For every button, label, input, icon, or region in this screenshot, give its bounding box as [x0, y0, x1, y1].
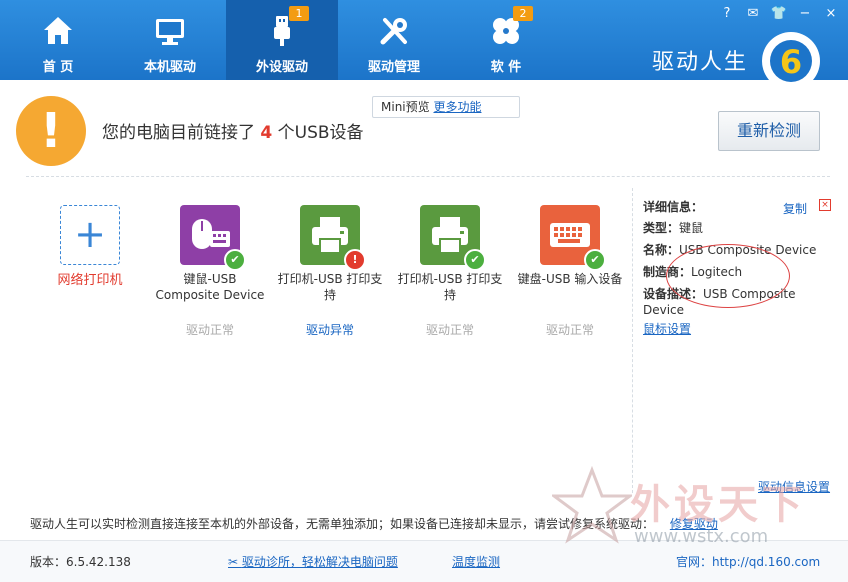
add-network-printer[interactable]: + 网络打印机: [32, 205, 148, 289]
driver-status: 驱动正常: [425, 323, 474, 337]
device-name: 打印机-USB 打印支持: [397, 272, 503, 302]
mini-preview-label: Mini预览: [381, 100, 430, 114]
repair-driver-link[interactable]: 修复驱动: [670, 517, 718, 531]
app-window: 首 页 本机驱动 1 外设驱动 驱动管理 2 软 件 驱动人生 6 ? ✉ 👕 …: [0, 0, 848, 582]
driver-status: 驱动正常: [185, 323, 234, 337]
device-tile[interactable]: ✔: [420, 205, 486, 271]
rescan-button[interactable]: 重新检测: [718, 111, 820, 151]
diagnose-link-text[interactable]: 驱动诊所，轻松解决电脑问题: [242, 555, 398, 569]
version-label: 版本：6.5.42.138: [30, 555, 131, 569]
more-features-link[interactable]: 更多功能: [433, 100, 481, 114]
plus-icon: +: [74, 212, 106, 256]
help-icon[interactable]: ?: [718, 5, 736, 23]
device-name: 网络打印机: [57, 273, 123, 288]
nav-software-badge: 2: [513, 6, 533, 21]
device-name: 键盘-USB 输入设备: [517, 272, 623, 286]
app-logo-icon: 6: [762, 32, 820, 90]
divider: [26, 176, 830, 177]
nav-local-driver-label: 本机驱动: [143, 60, 196, 75]
diagnose-link[interactable]: ✂ 驱动诊所，轻松解决电脑问题: [228, 553, 398, 570]
copy-button[interactable]: 复制: [783, 200, 807, 217]
device-keyboard[interactable]: ✔ 键盘-USB 输入设备 驱动正常: [512, 205, 628, 337]
device-tile[interactable]: ✔: [540, 205, 606, 271]
device-tile[interactable]: !: [300, 205, 366, 271]
driver-status: 驱动正常: [545, 323, 594, 337]
device-name: 打印机-USB 打印支持: [277, 272, 383, 302]
minimize-button[interactable]: −: [796, 5, 814, 23]
error-icon: !: [344, 249, 366, 271]
message-icon[interactable]: ✉: [744, 5, 762, 23]
add-printer-tile[interactable]: +: [60, 205, 120, 265]
official-site-link[interactable]: 官网：http://qd.160.com: [676, 553, 820, 570]
nav-driver-manage-label: 驱动管理: [367, 60, 420, 75]
nav-home-label: 首 页: [42, 60, 74, 75]
mini-preview-tip: Mini预览 更多功能: [372, 96, 520, 118]
nav-peripheral-driver[interactable]: 1 外设驱动: [226, 0, 338, 80]
tools-icon: [380, 18, 407, 45]
detail-type: 类型：键鼠: [643, 221, 704, 235]
close-icon[interactable]: ×: [819, 199, 831, 211]
device-printer-2[interactable]: ✔ 打印机-USB 打印支持 驱动正常: [392, 205, 508, 337]
temperature-monitor-link[interactable]: 温度监测: [452, 553, 500, 570]
ok-check-icon: ✔: [464, 249, 486, 271]
hint-message: 驱动人生可以实时检测直接连接至本机的外部设备，无需单独添加；如果设备已连接却未显…: [30, 517, 655, 531]
ok-check-icon: ✔: [224, 249, 246, 271]
hint-text: 驱动人生可以实时检测直接连接至本机的外部设备，无需单独添加；如果设备已连接却未显…: [30, 515, 718, 532]
device-name: 键鼠-USB Composite Device: [155, 272, 265, 302]
driver-info-settings-link[interactable]: 驱动信息设置: [758, 478, 830, 495]
close-button[interactable]: ×: [822, 5, 840, 23]
nav-software-label: 软 件: [490, 60, 522, 75]
star-logo-icon: [552, 466, 632, 544]
top-nav-bar: 首 页 本机驱动 1 外设驱动 驱动管理 2 软 件 驱动人生 6 ? ✉ 👕 …: [0, 0, 848, 90]
brand-title: 驱动人生: [651, 50, 748, 75]
window-controls: ? ✉ 👕 − ×: [718, 5, 840, 23]
nav-local-driver[interactable]: 本机驱动: [114, 0, 226, 80]
device-tile[interactable]: ✔: [180, 205, 246, 271]
device-details-panel: 详细信息： 复制 × 类型：键鼠 名称：USB Composite Device…: [632, 188, 833, 493]
nav-home[interactable]: 首 页: [2, 0, 114, 80]
logo-number: 6: [780, 43, 802, 81]
usb-count: 4: [260, 123, 273, 143]
usb-status-text: 您的电脑目前链接了 4 个USB设备: [102, 118, 364, 143]
home-icon: [44, 17, 72, 44]
ok-check-icon: ✔: [584, 249, 606, 271]
nav-peripheral-driver-label: 外设驱动: [255, 60, 308, 75]
mouse-settings-link[interactable]: 鼠标设置: [643, 320, 691, 337]
nav-software[interactable]: 2 软 件: [450, 0, 562, 80]
driver-status[interactable]: 驱动异常: [272, 321, 388, 338]
footer-bar: 版本：6.5.42.138 ✂ 驱动诊所，轻松解决电脑问题 温度监测 官网：ht…: [0, 540, 848, 582]
nav-driver-manage[interactable]: 驱动管理: [338, 0, 450, 80]
status-prefix: 您的电脑目前链接了: [102, 123, 255, 143]
monitor-icon: [156, 19, 184, 45]
warning-icon: !: [16, 96, 86, 166]
status-suffix: 个USB设备: [277, 123, 364, 143]
nav-peripheral-badge: 1: [289, 6, 309, 21]
annotation-circle: [666, 244, 790, 308]
skin-icon[interactable]: 👕: [770, 5, 788, 23]
details-title: 详细信息：: [643, 200, 704, 214]
device-mouse-keyboard[interactable]: ✔ 键鼠-USB Composite Device 驱动正常: [152, 205, 268, 337]
device-printer-1[interactable]: ! 打印机-USB 打印支持 驱动异常: [272, 205, 388, 337]
